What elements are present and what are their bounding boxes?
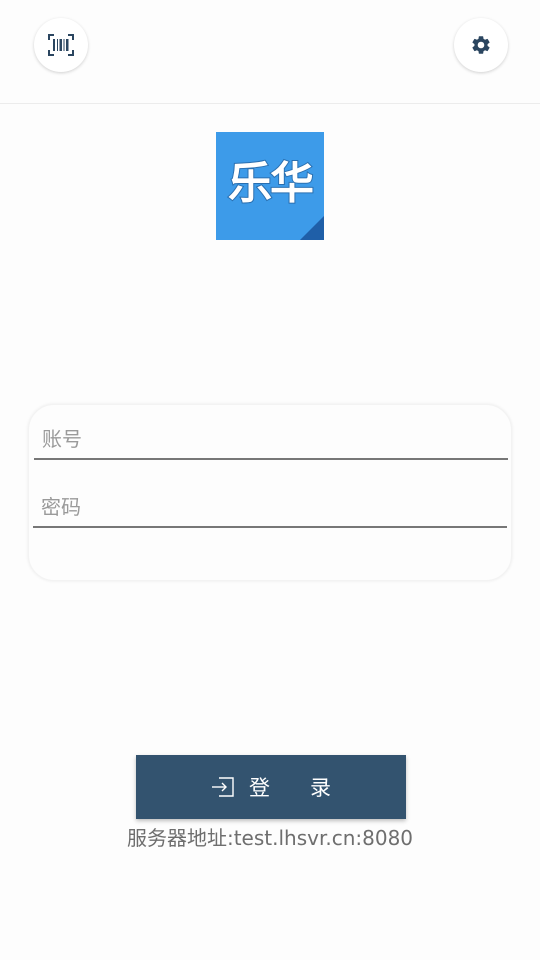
barcode-scan-icon <box>48 34 74 56</box>
scan-button[interactable] <box>34 18 88 72</box>
app-logo: 乐华 <box>216 132 324 240</box>
login-button[interactable]: 登录 <box>136 755 406 819</box>
password-input[interactable] <box>33 488 507 528</box>
settings-button[interactable] <box>454 18 508 72</box>
login-arrow-icon <box>212 777 234 797</box>
account-input[interactable] <box>34 420 508 460</box>
gear-icon <box>472 36 490 54</box>
login-button-label: 登录 <box>249 776 371 800</box>
logo-corner-fold <box>300 216 324 240</box>
server-address: 服务器地址:test.lhsvr.cn:8080 <box>126 826 414 850</box>
logo-text: 乐华 <box>227 157 315 210</box>
login-screen: 乐华 登录 服务器地址:test.lhsvr.cn:8080 <box>0 0 540 960</box>
top-bar <box>0 0 540 104</box>
